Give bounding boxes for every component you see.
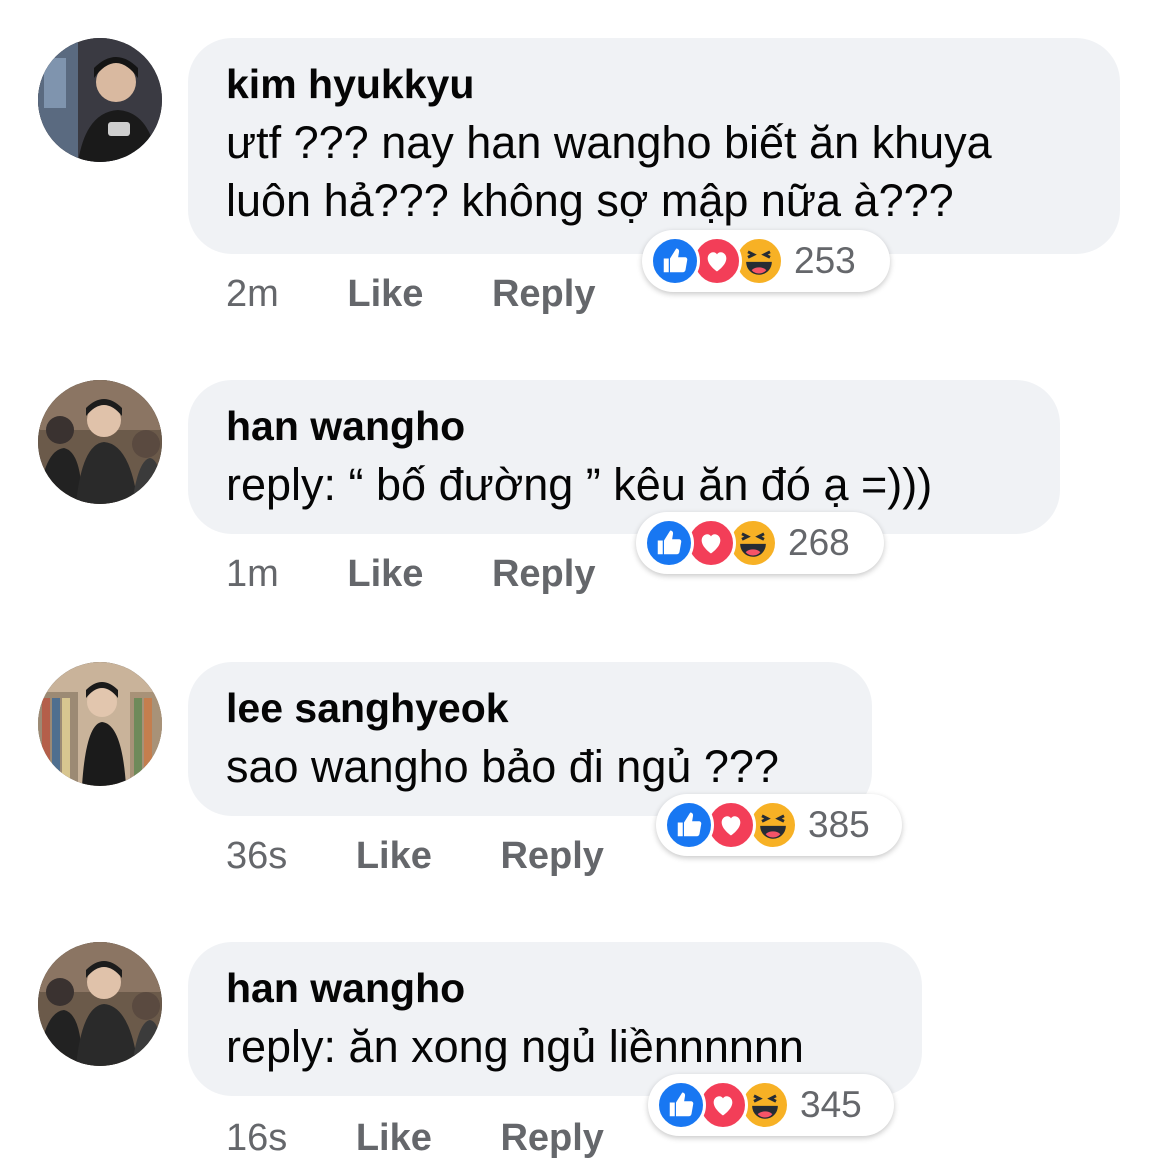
reactions-summary[interactable]: 345	[648, 1074, 894, 1136]
reaction-count: 385	[808, 804, 870, 845]
avatar[interactable]	[38, 942, 162, 1066]
reaction-count: 268	[788, 522, 850, 563]
thumbs-up-icon	[644, 518, 694, 568]
comment-author[interactable]: lee sanghyeok	[226, 684, 834, 732]
comment-timestamp: 1m	[226, 553, 279, 595]
comment-timestamp: 2m	[226, 273, 279, 315]
reactions-summary[interactable]: 268	[636, 512, 884, 574]
reply-button[interactable]: Reply	[500, 834, 603, 878]
comment-author[interactable]: han wangho	[226, 964, 884, 1012]
comment-bubble: han wangho reply: ăn xong ngủ liềnnnnnn	[188, 942, 922, 1096]
reply-button[interactable]: Reply	[492, 552, 595, 596]
comment-item: han wangho reply: ăn xong ngủ liềnnnnnn …	[0, 0, 1170, 1159]
comment-text: reply: ăn xong ngủ liềnnnnnn	[226, 1021, 804, 1072]
comment-actions: 16s Like Reply	[226, 1116, 604, 1160]
like-button[interactable]: Like	[356, 1116, 432, 1160]
like-button[interactable]: Like	[356, 834, 432, 878]
comment-text: sao wangho bảo đi ngủ ???	[226, 741, 779, 792]
comment-actions: 1m Like Reply	[226, 552, 595, 596]
thumbs-up-icon	[656, 1080, 706, 1130]
comment-timestamp: 36s	[226, 835, 288, 877]
like-button[interactable]: Like	[347, 552, 423, 596]
comment-author[interactable]: han wangho	[226, 402, 1022, 450]
comment-actions: 2m Like Reply	[226, 272, 595, 316]
comment-bubble: lee sanghyeok sao wangho bảo đi ngủ ???	[188, 662, 872, 816]
thumbs-up-icon	[664, 800, 714, 850]
comment-text: reply: “ bố đường ” kêu ăn đó ạ =)))	[226, 459, 933, 510]
reply-button[interactable]: Reply	[500, 1116, 603, 1160]
comment-actions: 36s Like Reply	[226, 834, 604, 878]
reactions-summary[interactable]: 385	[656, 794, 902, 856]
avatar[interactable]	[38, 380, 162, 504]
comment-bubble: han wangho reply: “ bố đường ” kêu ăn đó…	[188, 380, 1060, 534]
thumbs-up-icon	[650, 236, 700, 286]
avatar[interactable]	[38, 662, 162, 786]
reply-button[interactable]: Reply	[492, 272, 595, 316]
reaction-count: 345	[800, 1084, 862, 1125]
like-button[interactable]: Like	[347, 272, 423, 316]
comment-timestamp: 16s	[226, 1117, 288, 1159]
